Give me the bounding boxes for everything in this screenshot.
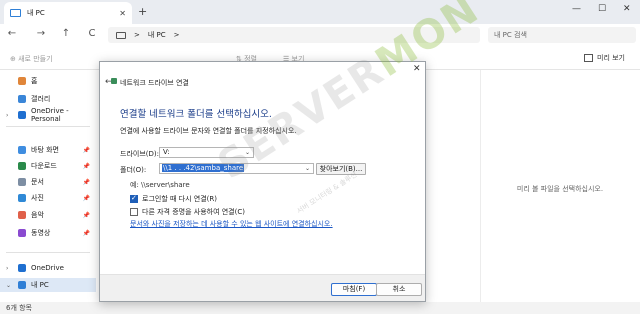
monitor-icon [116, 31, 126, 39]
sidebar-item-label: 음악 [31, 211, 44, 219]
other-credentials-checkbox[interactable] [130, 208, 138, 216]
gallery-icon [18, 95, 26, 103]
sidebar-item-label: OneDrive - Personal [31, 107, 69, 123]
preview-message: 미리 볼 파일을 선택하십시오. [516, 185, 604, 193]
nav-divider [6, 126, 90, 127]
other-credentials-checkbox-row[interactable]: 다른 자격 증명을 사용하여 연결(C) [130, 207, 245, 217]
sidebar-item-label: 다운로드 [31, 162, 57, 170]
sidebar-item-label: 바탕 화면 [31, 146, 59, 154]
reconnect-checkbox[interactable] [130, 194, 138, 203]
folder-example: 예: \\server\share [130, 181, 190, 189]
expand-chevron-icon[interactable]: ⌄ [6, 282, 11, 289]
back-button[interactable]: ← [4, 28, 20, 39]
folder-label: 폴더(O): [120, 166, 147, 174]
up-button[interactable]: ↑ [58, 28, 74, 39]
preview-pane-icon [584, 54, 593, 62]
pin-icon: 📌 [82, 178, 90, 186]
breadcrumb-my-pc[interactable]: 내 PC [148, 30, 166, 40]
other-credentials-label: 다른 자격 증명을 사용하여 연결(C) [142, 208, 245, 216]
sidebar-item-label: 사진 [31, 194, 44, 202]
refresh-button[interactable]: C [84, 28, 100, 39]
onedrive-icon [18, 264, 26, 272]
video-icon [18, 229, 26, 237]
browse-button[interactable]: 찾아보기(B)... [316, 163, 366, 175]
sidebar-item-label: 홈 [31, 77, 38, 85]
address-chevron: > [173, 31, 180, 39]
sidebar-item[interactable]: 홈 [0, 74, 96, 88]
pin-icon: 📌 [82, 194, 90, 202]
document-icon [18, 178, 26, 186]
expand-chevron-icon[interactable]: › [6, 265, 8, 272]
sidebar-item[interactable]: › OneDrive - Personal [0, 107, 96, 123]
sidebar-item-label: 내 PC [31, 281, 49, 289]
sidebar-item-label: 갤러리 [31, 95, 51, 103]
pc-icon [10, 9, 21, 17]
preview-label: 미리 보기 [597, 54, 625, 62]
preview-pane-button[interactable]: 미리 보기 [584, 53, 625, 63]
dialog-title: 네트워크 드라이브 연결 [120, 79, 189, 87]
item-count: 6개 항목 [6, 304, 32, 312]
sidebar-item-label: 문서 [31, 178, 44, 186]
pin-icon: 📌 [82, 162, 90, 170]
forward-button[interactable]: → [33, 28, 49, 39]
pc-icon [18, 281, 26, 289]
finish-button[interactable]: 마침(F) [331, 283, 377, 296]
tab-close-icon[interactable]: ✕ [119, 9, 126, 18]
tab-my-pc[interactable]: 내 PC ✕ [4, 2, 132, 24]
network-drive-icon [111, 78, 117, 84]
sidebar-item[interactable]: › OneDrive [0, 261, 96, 275]
cancel-button[interactable]: 취소 [376, 283, 422, 296]
onedrive-icon [18, 111, 26, 119]
sidebar-item[interactable]: 갤러리 [0, 92, 96, 106]
maximize-button[interactable]: ☐ [598, 4, 606, 14]
sidebar-item[interactable]: 다운로드 📌 [0, 159, 96, 173]
status-bar [0, 302, 640, 314]
sidebar-item-label: OneDrive [31, 264, 64, 272]
sidebar-item[interactable]: 음악 📌 [0, 208, 96, 222]
dialog-heading: 연결할 네트워크 폴더를 선택하십시오. [120, 109, 272, 120]
new-button[interactable]: ⊕ 새로 만들기 [10, 54, 53, 64]
music-icon [18, 211, 26, 219]
sidebar-item[interactable]: 사진 📌 [0, 191, 96, 205]
sidebar-item[interactable]: ⌄ 내 PC [0, 278, 96, 292]
pictures-icon [18, 194, 26, 202]
sidebar-item[interactable]: 문서 📌 [0, 175, 96, 189]
website-connect-link[interactable]: 문서와 사진을 저장하는 데 사용할 수 있는 웹 사이트에 연결하십시오. [130, 219, 333, 229]
drive-label: 드라이브(D): [120, 150, 159, 158]
download-icon [18, 162, 26, 170]
home-icon [18, 77, 26, 85]
nav-divider [6, 252, 90, 253]
desktop-icon [18, 146, 26, 154]
sidebar-item-label: 동영상 [31, 229, 51, 237]
close-window-button[interactable]: ✕ [623, 4, 631, 14]
drive-value: V: [163, 148, 170, 156]
pin-icon: 📌 [82, 211, 90, 219]
address-chevron: > [134, 31, 140, 39]
new-tab-button[interactable]: + [138, 5, 147, 18]
minimize-button[interactable]: — [572, 4, 581, 14]
pin-icon: 📌 [82, 229, 90, 237]
new-label: 새로 만들기 [18, 55, 53, 63]
pin-icon: 📌 [82, 146, 90, 154]
search-input[interactable]: 내 PC 검색 [488, 27, 636, 43]
tab-title: 내 PC [27, 9, 45, 17]
reconnect-checkbox-row[interactable]: 로그인할 때 다시 연결(R) [130, 194, 217, 204]
sidebar-item[interactable]: 동영상 📌 [0, 226, 96, 240]
expand-chevron-icon[interactable]: › [6, 112, 8, 119]
chevron-down-icon[interactable]: ⌄ [305, 164, 310, 173]
reconnect-label: 로그인할 때 다시 연결(R) [142, 195, 217, 203]
sidebar-item[interactable]: 바탕 화면 📌 [0, 143, 96, 157]
